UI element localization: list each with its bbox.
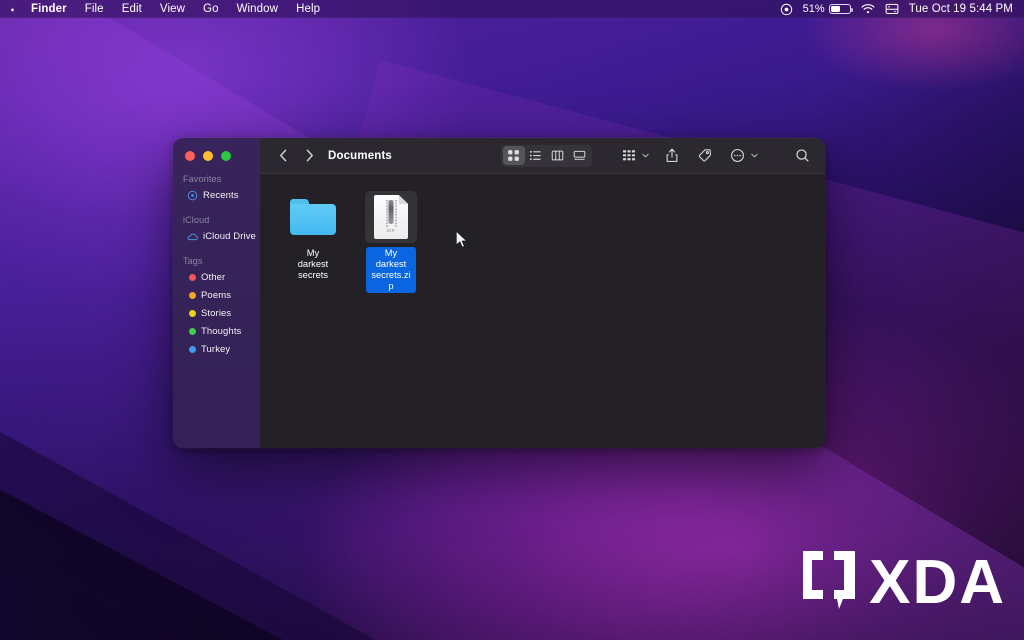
sidebar-item-tag-poems[interactable]: Poems: [177, 287, 255, 304]
finder-window: Favorites Recents iCloud iCloud Drive Ta…: [173, 138, 825, 448]
recents-clock-icon: [187, 190, 198, 201]
finder-sidebar: Favorites Recents iCloud iCloud Drive Ta…: [173, 138, 260, 448]
column-view-button[interactable]: [547, 146, 569, 165]
gallery-view-button[interactable]: [569, 146, 591, 165]
xda-wordmark: XDA: [869, 547, 1006, 617]
sidebar-item-label-thoughts: Thoughts: [201, 326, 242, 337]
menu-item-help[interactable]: Help: [287, 1, 329, 17]
control-center-icon[interactable]: [885, 3, 899, 15]
tag-dot-icon: [189, 274, 196, 281]
sidebar-group-title-icloud: iCloud: [183, 215, 210, 225]
sidebar-group-tags: Tags Other Poems Stories Thoughts Turkey: [173, 256, 260, 358]
sidebar-item-label-recents: Recents: [203, 190, 239, 201]
tag-dot-icon: [189, 328, 196, 335]
sidebar-group-favorites: Favorites Recents: [173, 174, 260, 204]
sidebar-item-tag-stories[interactable]: Stories: [177, 305, 255, 322]
sidebar-item-label-stories: Stories: [201, 308, 232, 319]
icon-slot: [287, 191, 339, 243]
toolbar-right-group: [501, 144, 815, 167]
menu-bar-status-items: 51% Tue Oct 19 5:44 PM: [780, 3, 1024, 16]
view-mode-segmented-control: [501, 144, 592, 167]
chevron-down-icon[interactable]: [642, 152, 649, 160]
battery-status[interactable]: 51%: [802, 3, 853, 15]
group-grid-icon[interactable]: [616, 145, 641, 167]
folder-icon: [290, 199, 336, 235]
close-button[interactable]: [185, 151, 195, 161]
sidebar-item-label-other: Other: [201, 272, 226, 283]
forward-button[interactable]: [298, 145, 320, 167]
sidebar-group-title-favorites: Favorites: [183, 174, 222, 184]
sidebar-item-label-turkey: Turkey: [201, 344, 231, 355]
tag-dot-icon: [189, 292, 196, 299]
minimize-button[interactable]: [203, 151, 213, 161]
sidebar-group-icloud: iCloud iCloud Drive: [173, 215, 260, 245]
search-button[interactable]: [790, 145, 815, 167]
file-grid[interactable]: My darkest secrets ZIP My darkest secret…: [260, 174, 825, 448]
battery-icon: [828, 3, 853, 15]
menu-item-view[interactable]: View: [151, 1, 194, 17]
sidebar-item-label-icloud-drive: iCloud Drive: [203, 231, 256, 242]
icon-view-button[interactable]: [502, 146, 525, 165]
screen-recording-icon[interactable]: [780, 3, 793, 16]
menu-item-edit[interactable]: Edit: [113, 1, 151, 17]
menu-item-window[interactable]: Window: [228, 1, 288, 17]
sidebar-item-recents[interactable]: Recents: [177, 187, 255, 204]
zip-file-icon: ZIP: [374, 195, 408, 239]
menu-bar-items: Finder File Edit View Go Window Help: [0, 1, 329, 17]
xda-watermark: XDA: [801, 549, 1006, 616]
back-button[interactable]: [272, 145, 294, 167]
file-item-folder[interactable]: My darkest secrets: [274, 188, 352, 282]
sidebar-group-title-tags: Tags: [183, 256, 203, 266]
list-view-button[interactable]: [525, 146, 547, 165]
tag-dot-icon: [189, 346, 196, 353]
group-by-control[interactable]: [616, 145, 649, 167]
file-label: My darkest secrets: [297, 248, 329, 280]
sidebar-item-tag-thoughts[interactable]: Thoughts: [177, 323, 255, 340]
battery-percent-label: 51%: [802, 3, 825, 15]
sidebar-item-label-poems: Poems: [201, 290, 232, 301]
zip-badge-label: ZIP: [386, 228, 396, 233]
icloud-icon: [187, 231, 198, 242]
window-controls: [185, 151, 231, 161]
wifi-icon[interactable]: [861, 3, 875, 15]
ellipsis-circle-icon[interactable]: [725, 145, 750, 167]
tag-dot-icon: [189, 310, 196, 317]
file-label: My darkest secrets.zip: [366, 247, 416, 293]
menu-item-finder[interactable]: Finder: [22, 1, 76, 17]
window-title: Documents: [328, 149, 392, 162]
icon-slot: ZIP: [365, 191, 417, 243]
sidebar-item-tag-other[interactable]: Other: [177, 269, 255, 286]
file-item-zip[interactable]: ZIP My darkest secrets.zip: [352, 188, 430, 293]
finder-toolbar: Documents: [260, 138, 825, 174]
sidebar-item-icloud-drive[interactable]: iCloud Drive: [177, 228, 256, 245]
menu-item-go[interactable]: Go: [194, 1, 228, 17]
finder-main-pane: Documents My darkest secrets ZIP My dark…: [260, 138, 825, 448]
more-actions-control[interactable]: [725, 145, 758, 167]
menu-item-file[interactable]: File: [76, 1, 113, 17]
sidebar-item-tag-turkey[interactable]: Turkey: [177, 341, 255, 358]
arrow-cursor-icon: [455, 230, 469, 250]
maximize-button[interactable]: [221, 151, 231, 161]
xda-bracket-icon: [801, 549, 859, 616]
share-button[interactable]: [659, 145, 684, 167]
chevron-down-icon[interactable]: [751, 152, 758, 160]
apple-logo-icon[interactable]: [9, 2, 22, 17]
menu-bar-clock[interactable]: Tue Oct 19 5:44 PM: [909, 3, 1013, 15]
menu-bar: Finder File Edit View Go Window Help 51%: [0, 0, 1024, 18]
tag-button[interactable]: [692, 145, 717, 167]
